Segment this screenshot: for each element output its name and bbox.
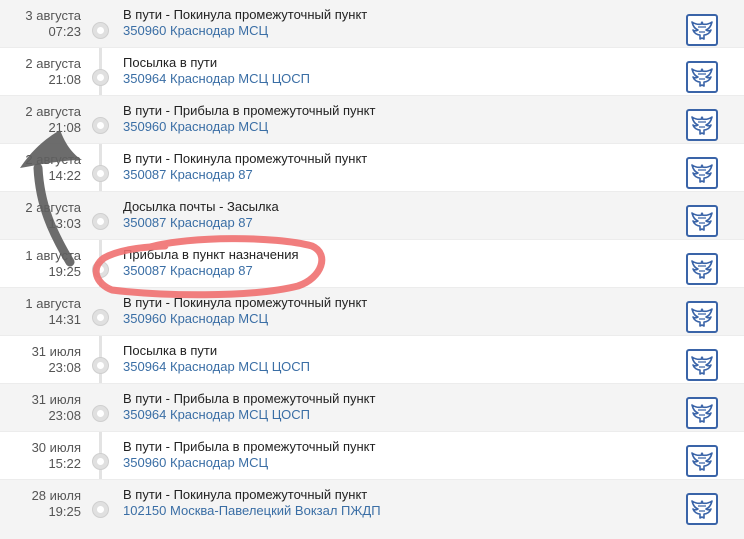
event-status: В пути - Покинула промежуточный пункт <box>123 295 368 310</box>
event-date: 31 июля <box>31 344 81 359</box>
event-time: 21:08 <box>48 72 81 87</box>
event-time: 23:08 <box>48 360 81 375</box>
event-date: 3 августа <box>25 8 81 23</box>
event-date: 2 августа <box>25 104 81 119</box>
event-place-link[interactable]: 102150 Москва-Павелецкий Вокзал ПЖДП <box>123 503 381 518</box>
event-time: 19:25 <box>48 504 81 519</box>
event-status: Досылка почты - Засылка <box>123 199 279 214</box>
russian-post-eagle-icon <box>686 253 718 285</box>
event-status: В пути - Покинула промежуточный пункт <box>123 151 368 166</box>
event-status: Посылка в пути <box>123 343 218 358</box>
event-time: 14:22 <box>48 168 81 183</box>
event-time: 13:03 <box>48 216 81 231</box>
event-date: 30 июля <box>31 440 81 455</box>
event-date: 1 августа <box>25 248 81 263</box>
russian-post-eagle-icon <box>686 445 718 477</box>
russian-post-eagle-icon <box>686 14 718 46</box>
tracking-event-row: 31 июля 23:08 Посылка в пути 350964 Крас… <box>0 336 744 384</box>
timeline-node-icon <box>92 357 109 374</box>
event-time: 14:31 <box>48 312 81 327</box>
event-place-link[interactable]: 350960 Краснодар МСЦ <box>123 23 268 38</box>
tracking-event-row: 28 июля 19:25 В пути - Покинула промежут… <box>0 480 744 539</box>
event-status: В пути - Покинула промежуточный пункт <box>123 7 368 22</box>
event-time: 21:08 <box>48 120 81 135</box>
event-time: 19:25 <box>48 264 81 279</box>
tracking-event-row: 1 августа 19:25 Прибыла в пункт назначен… <box>0 240 744 288</box>
event-place-link[interactable]: 350960 Краснодар МСЦ <box>123 119 268 134</box>
timeline-node-icon <box>92 213 109 230</box>
tracking-event-row: 2 августа 13:03 Досылка почты - Засылка … <box>0 192 744 240</box>
event-date: 2 августа <box>25 200 81 215</box>
russian-post-eagle-icon <box>686 301 718 333</box>
tracking-event-row: 2 августа 21:08 В пути - Прибыла в проме… <box>0 96 744 144</box>
event-time: 23:08 <box>48 408 81 423</box>
timeline-node-icon <box>92 117 109 134</box>
event-place-link[interactable]: 350087 Краснодар 87 <box>123 167 253 182</box>
timeline-node-icon <box>92 309 109 326</box>
russian-post-eagle-icon <box>686 349 718 381</box>
tracking-event-row: 2 августа 14:22 В пути - Покинула промеж… <box>0 144 744 192</box>
russian-post-eagle-icon <box>686 61 718 93</box>
russian-post-eagle-icon <box>686 109 718 141</box>
event-date: 28 июля <box>31 488 81 503</box>
event-place-link[interactable]: 350964 Краснодар МСЦ ЦОСП <box>123 71 310 86</box>
timeline-node-icon <box>92 165 109 182</box>
timeline-node-icon <box>92 22 109 39</box>
timeline-node-icon <box>92 405 109 422</box>
event-status: В пути - Покинула промежуточный пункт <box>123 487 368 502</box>
russian-post-eagle-icon <box>686 157 718 189</box>
event-status: Посылка в пути <box>123 55 218 70</box>
event-date: 2 августа <box>25 56 81 71</box>
tracking-event-row: 1 августа 14:31 В пути - Покинула промеж… <box>0 288 744 336</box>
event-time: 15:22 <box>48 456 81 471</box>
russian-post-eagle-icon <box>686 397 718 429</box>
timeline-node-icon <box>92 501 109 518</box>
tracking-event-row: 2 августа 21:08 Посылка в пути 350964 Кр… <box>0 48 744 96</box>
event-status: Прибыла в пункт назначения <box>123 247 299 262</box>
event-place-link[interactable]: 350087 Краснодар 87 <box>123 263 253 278</box>
event-place-link[interactable]: 350960 Краснодар МСЦ <box>123 311 268 326</box>
event-status: В пути - Прибыла в промежуточный пункт <box>123 103 376 118</box>
timeline-node-icon <box>92 453 109 470</box>
event-date: 1 августа <box>25 296 81 311</box>
tracking-history-list: 3 августа 07:23 В пути - Покинула промеж… <box>0 0 744 539</box>
tracking-event-row: 3 августа 07:23 В пути - Покинула промеж… <box>0 0 744 48</box>
tracking-event-row: 31 июля 23:08 В пути - Прибыла в промежу… <box>0 384 744 432</box>
event-time: 07:23 <box>48 24 81 39</box>
event-place-link[interactable]: 350964 Краснодар МСЦ ЦОСП <box>123 359 310 374</box>
tracking-event-row: 30 июля 15:22 В пути - Прибыла в промежу… <box>0 432 744 480</box>
event-status: В пути - Прибыла в промежуточный пункт <box>123 439 376 454</box>
russian-post-eagle-icon <box>686 493 718 525</box>
event-date: 2 августа <box>25 152 81 167</box>
event-date: 31 июля <box>31 392 81 407</box>
timeline-node-icon <box>92 69 109 86</box>
event-status: В пути - Прибыла в промежуточный пункт <box>123 391 376 406</box>
russian-post-eagle-icon <box>686 205 718 237</box>
timeline-node-icon <box>92 261 109 278</box>
event-place-link[interactable]: 350964 Краснодар МСЦ ЦОСП <box>123 407 310 422</box>
event-place-link[interactable]: 350960 Краснодар МСЦ <box>123 455 268 470</box>
event-place-link[interactable]: 350087 Краснодар 87 <box>123 215 253 230</box>
